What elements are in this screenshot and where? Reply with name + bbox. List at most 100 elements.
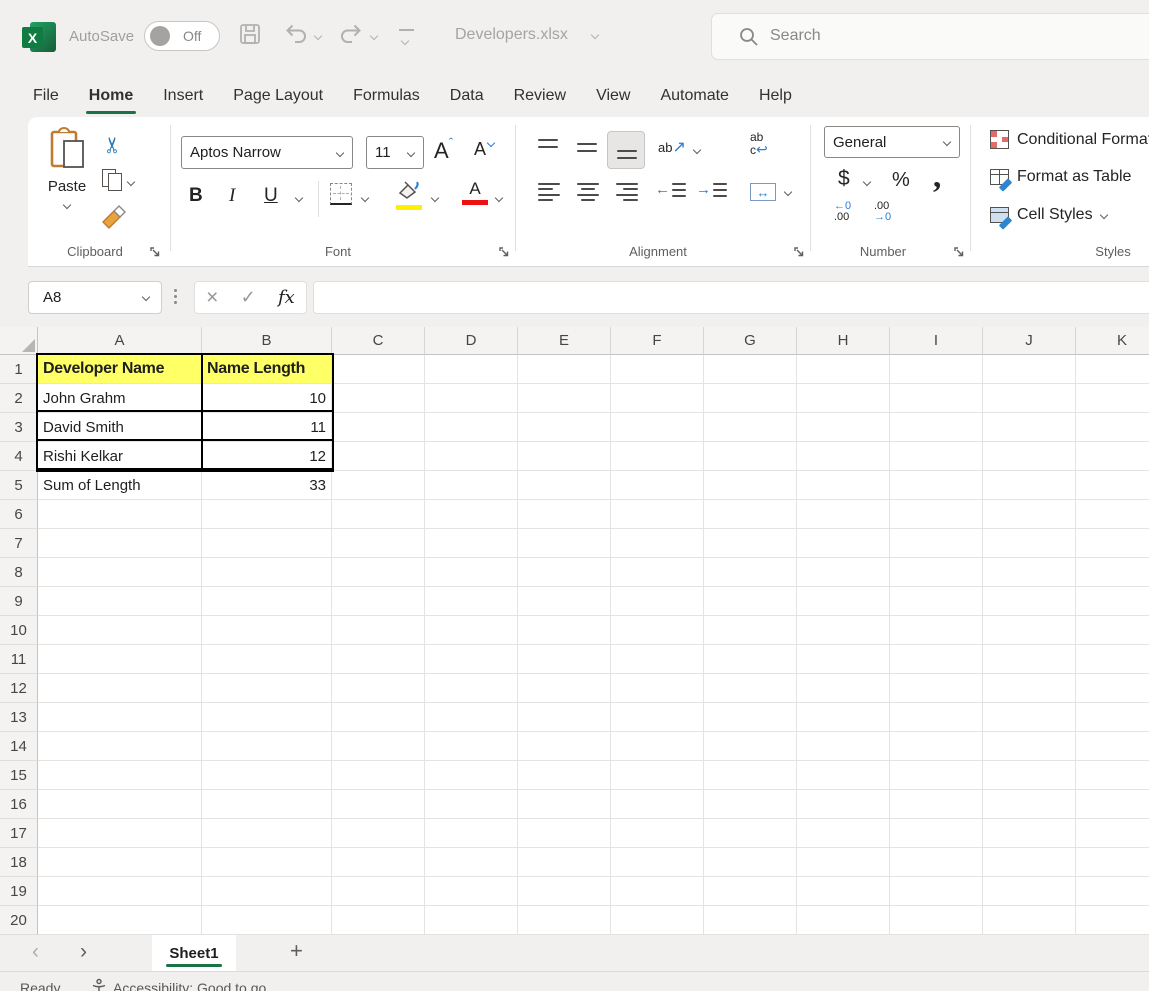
cell-F20[interactable]	[611, 906, 704, 935]
cell-D10[interactable]	[425, 616, 518, 645]
cell-H4[interactable]	[797, 442, 890, 471]
cell-B5[interactable]: 33	[202, 471, 332, 500]
formula-input[interactable]	[313, 281, 1149, 314]
number-dialog-launcher-icon[interactable]	[953, 246, 965, 258]
cell-G18[interactable]	[704, 848, 797, 877]
cell-A2[interactable]: John Grahm	[38, 384, 202, 413]
cell-J7[interactable]	[983, 529, 1076, 558]
orientation-dropdown-icon[interactable]	[693, 146, 701, 154]
cell-F10[interactable]	[611, 616, 704, 645]
column-header-H[interactable]: H	[797, 327, 890, 355]
save-icon[interactable]	[238, 22, 262, 46]
cell-K20[interactable]	[1076, 906, 1149, 935]
row-header-7[interactable]: 7	[0, 529, 38, 558]
cell-A15[interactable]	[38, 761, 202, 790]
format-as-table-button[interactable]: Format as Table	[990, 168, 1131, 186]
copy-icon[interactable]	[102, 169, 122, 191]
formula-bar-grip-icon[interactable]	[174, 289, 177, 304]
cell-K5[interactable]	[1076, 471, 1149, 500]
cell-A6[interactable]	[38, 500, 202, 529]
cell-K1[interactable]	[1076, 355, 1149, 384]
row-header-19[interactable]: 19	[0, 877, 38, 906]
cell-I17[interactable]	[890, 819, 983, 848]
cell-I3[interactable]	[890, 413, 983, 442]
cell-B12[interactable]	[202, 674, 332, 703]
cell-K14[interactable]	[1076, 732, 1149, 761]
row-header-4[interactable]: 4	[0, 442, 38, 471]
cell-C2[interactable]	[332, 384, 425, 413]
cell-A3[interactable]: David Smith	[38, 413, 202, 442]
cell-G7[interactable]	[704, 529, 797, 558]
row-header-6[interactable]: 6	[0, 500, 38, 529]
cell-C13[interactable]	[332, 703, 425, 732]
cell-G17[interactable]	[704, 819, 797, 848]
cell-D11[interactable]	[425, 645, 518, 674]
cell-J20[interactable]	[983, 906, 1076, 935]
tab-file[interactable]: File	[18, 75, 74, 117]
cell-G2[interactable]	[704, 384, 797, 413]
column-header-A[interactable]: A	[38, 327, 202, 355]
cell-K17[interactable]	[1076, 819, 1149, 848]
cell-F11[interactable]	[611, 645, 704, 674]
cell-E11[interactable]	[518, 645, 611, 674]
cell-B8[interactable]	[202, 558, 332, 587]
cell-H3[interactable]	[797, 413, 890, 442]
align-right-icon[interactable]	[616, 183, 638, 201]
cell-D14[interactable]	[425, 732, 518, 761]
column-header-E[interactable]: E	[518, 327, 611, 355]
row-header-9[interactable]: 9	[0, 587, 38, 616]
cell-D6[interactable]	[425, 500, 518, 529]
cell-E9[interactable]	[518, 587, 611, 616]
cell-B3[interactable]: 11	[202, 413, 332, 442]
cell-H5[interactable]	[797, 471, 890, 500]
cell-C4[interactable]	[332, 442, 425, 471]
cell-I8[interactable]	[890, 558, 983, 587]
cell-B11[interactable]	[202, 645, 332, 674]
cell-D12[interactable]	[425, 674, 518, 703]
borders-dropdown-icon[interactable]	[361, 194, 369, 202]
cell-A4[interactable]: Rishi Kelkar	[38, 442, 202, 471]
row-header-3[interactable]: 3	[0, 413, 38, 442]
cell-I9[interactable]	[890, 587, 983, 616]
cell-J1[interactable]	[983, 355, 1076, 384]
fill-color-button[interactable]	[396, 180, 422, 210]
cell-J4[interactable]	[983, 442, 1076, 471]
cell-K7[interactable]	[1076, 529, 1149, 558]
accessibility-status[interactable]: Accessibility: Good to go	[113, 980, 266, 991]
cell-J19[interactable]	[983, 877, 1076, 906]
filename-dropdown-icon[interactable]	[591, 31, 599, 39]
cell-B1[interactable]: Name Length	[202, 355, 332, 384]
cell-I7[interactable]	[890, 529, 983, 558]
cell-E10[interactable]	[518, 616, 611, 645]
sheet-tab-sheet1[interactable]: Sheet1	[152, 935, 236, 971]
cell-C8[interactable]	[332, 558, 425, 587]
cancel-icon[interactable]: ×	[206, 286, 218, 310]
cell-H14[interactable]	[797, 732, 890, 761]
cell-J14[interactable]	[983, 732, 1076, 761]
row-header-15[interactable]: 15	[0, 761, 38, 790]
decrease-indent-icon[interactable]: ←	[655, 181, 686, 199]
orientation-icon[interactable]: ab↗	[658, 137, 686, 157]
clipboard-dialog-launcher-icon[interactable]	[149, 246, 161, 258]
cell-I2[interactable]	[890, 384, 983, 413]
enter-icon[interactable]: ✓	[241, 287, 256, 308]
underline-button[interactable]: U	[264, 185, 278, 207]
cell-G13[interactable]	[704, 703, 797, 732]
cell-G14[interactable]	[704, 732, 797, 761]
cell-H16[interactable]	[797, 790, 890, 819]
cell-E12[interactable]	[518, 674, 611, 703]
cell-I12[interactable]	[890, 674, 983, 703]
cell-E2[interactable]	[518, 384, 611, 413]
tab-review[interactable]: Review	[499, 75, 581, 117]
cell-C18[interactable]	[332, 848, 425, 877]
paste-button[interactable]: Paste	[38, 127, 96, 213]
accounting-format-button[interactable]: $	[838, 167, 850, 191]
cell-E4[interactable]	[518, 442, 611, 471]
borders-icon[interactable]	[330, 183, 352, 205]
cell-K9[interactable]	[1076, 587, 1149, 616]
cell-C9[interactable]	[332, 587, 425, 616]
cell-F2[interactable]	[611, 384, 704, 413]
cell-D8[interactable]	[425, 558, 518, 587]
cell-J18[interactable]	[983, 848, 1076, 877]
excel-app-icon[interactable]: X	[22, 20, 56, 54]
